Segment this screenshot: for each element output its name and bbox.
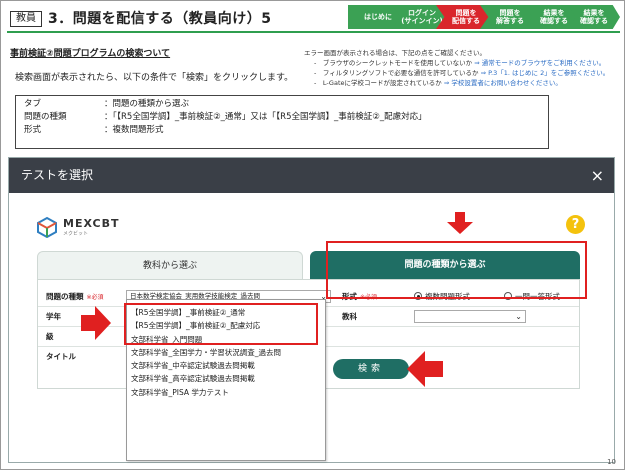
arrow-left-icon [407,351,443,387]
note-heading: エラー画面が表示される場合は、下記の点をご確認ください。 [304,49,486,57]
logo-subtext: メクビット [63,231,89,237]
highlight-type-tab [326,241,587,299]
dropdown-item[interactable]: 文部科学省_PISA 学力テスト [127,386,325,399]
year-label: 学年 [46,312,61,321]
close-icon[interactable]: × [591,158,604,193]
arrow-right-icon [81,306,111,340]
grade-label: 級 [46,332,54,341]
arrow-down-icon [447,212,473,234]
error-note: エラー画面が表示される場合は、下記の点をご確認ください。 - ブラウザのシークレ… [304,48,624,88]
note-item: - フィルタリングソフトで必要な通信を許可しているか ⇒ P.3「1. はじめに… [314,69,610,77]
dropdown-item[interactable]: 文部科学省_全国学力・学習状況調査_過去問 [127,346,325,359]
step-result-2: 結果を 確認する [568,5,620,29]
note-item: - L-Gateに学校コードが設定されているか ⇒ 学校設置者にお問い合わせくだ… [314,79,562,87]
page-title: 3．問題を配信する（教員向け）5 [48,11,272,27]
tab-subject[interactable]: 教科から選ぶ [37,251,303,279]
mexcbt-logo: MEXCBT メクビット [36,216,120,238]
condition-row: タブ ：問題の種類から選ぶ [24,99,190,109]
dropdown-item[interactable]: 文部科学省_高卒認定試験過去問掲載 [127,372,325,385]
chevron-down-icon: ⌄ [515,312,522,321]
subject-select[interactable]: ⌄ [414,310,526,323]
highlight-dropdown-items [124,303,318,345]
condition-row: 形式 ：複数問題形式 [24,125,164,135]
problem-type-label: 問題の種類 ※必須 [46,292,104,301]
subject-label: 教科 [342,312,357,321]
dropdown-item[interactable]: 文部科学省_中卒認定試験過去問掲載 [127,359,325,372]
note-link: ⇒ P.3「1. はじめに 2」をご参照ください。 [480,69,610,77]
search-button[interactable]: 検索 [333,359,409,379]
role-badge: 教員 [10,11,42,27]
page-number: 10 [607,458,616,466]
help-icon[interactable]: ? [566,215,585,234]
dialog-title: テストを選択 [21,168,94,182]
condition-row: 問題の種類 ：「【R5全国学調】_事前検証②_通常」又は「【R5全国学調】_事前検… [24,112,427,122]
title-label: タイトル [46,352,76,361]
section-title: 事前検証②問題プログラムの検索ついて [10,49,171,59]
cube-logo-icon [37,216,57,238]
logo-text: MEXCBT [63,217,120,230]
note-item: - ブラウザのシークレットモードを使用していないか ⇒ 通常モードのブラウザをご… [314,59,606,67]
note-link: ⇒ 通常モードのブラウザをご利用ください。 [474,59,606,67]
header-divider [7,31,620,33]
note-link: ⇒ 学校設置者にお問い合わせください。 [443,79,562,87]
step-navigation: はじめに ログイン (サインイン) 問題を 配信する 問題を 解答する 結果を … [348,5,620,29]
slide: 教員 3．問題を配信する（教員向け）5 はじめに ログイン (サインイン) 問題… [0,0,625,470]
dialog-titlebar: テストを選択 [9,158,614,193]
instruction-text: 検索画面が表示されたら、以下の条件で「検索」をクリックします。 [15,73,294,83]
search-conditions-box: タブ ：問題の種類から選ぶ 問題の種類 ：「【R5全国学調】_事前検証②_通常」又は… [15,95,549,149]
